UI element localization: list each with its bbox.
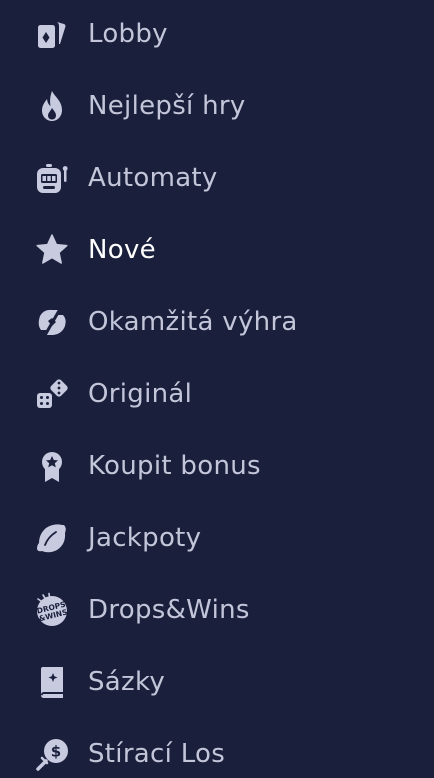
lemon-icon — [33, 519, 71, 557]
sidebar-item-buy-bonus[interactable]: Koupit bonus — [0, 430, 434, 502]
sidebar-item-label: Sázky — [88, 667, 166, 697]
star-icon — [33, 231, 71, 269]
sidebar-item-new[interactable]: Nové — [0, 214, 434, 286]
sidebar-item-top-games[interactable]: Nejlepší hry — [0, 70, 434, 142]
svg-text:$: $ — [51, 743, 61, 761]
sidebar-item-label: Jackpoty — [88, 523, 202, 553]
book-icon — [33, 663, 71, 701]
sidebar-item-jackpots[interactable]: Jackpoty — [0, 502, 434, 574]
sidebar-item-instant-win[interactable]: Okamžitá výhra — [0, 286, 434, 358]
sidebar-menu: Lobby Nejlepší hry Automaty Nové Okamžit… — [0, 0, 434, 778]
flame-icon — [33, 87, 71, 125]
sidebar-item-originals[interactable]: Originál — [0, 358, 434, 430]
sidebar-item-slots[interactable]: Automaty — [0, 142, 434, 214]
slot-machine-icon — [33, 159, 71, 197]
sidebar-item-label: Koupit bonus — [88, 451, 261, 481]
sidebar-item-drops-wins[interactable]: DROPS &WINS Drops&Wins — [0, 574, 434, 646]
sidebar-item-label: Nejlepší hry — [88, 91, 246, 121]
sidebar-item-label: Drops&Wins — [88, 595, 250, 625]
sidebar-item-label: Okamžitá výhra — [88, 307, 298, 337]
cards-icon — [33, 15, 71, 53]
sidebar-item-label: Originál — [88, 379, 193, 409]
drops-wins-icon: DROPS &WINS — [33, 591, 71, 629]
badge-icon — [33, 447, 71, 485]
sidebar-item-label: Lobby — [88, 19, 168, 49]
dice-icon — [33, 375, 71, 413]
sidebar-item-lobby[interactable]: Lobby — [0, 0, 434, 70]
sidebar-item-scratch-cards[interactable]: $ Stírací Los — [0, 718, 434, 778]
scratch-coin-icon: $ — [33, 735, 71, 773]
sidebar-item-label: Automaty — [88, 163, 218, 193]
sidebar-item-bets[interactable]: Sázky — [0, 646, 434, 718]
sidebar-item-label: Nové — [88, 235, 156, 265]
instant-win-icon — [33, 303, 71, 341]
sidebar-item-label: Stírací Los — [88, 739, 226, 769]
